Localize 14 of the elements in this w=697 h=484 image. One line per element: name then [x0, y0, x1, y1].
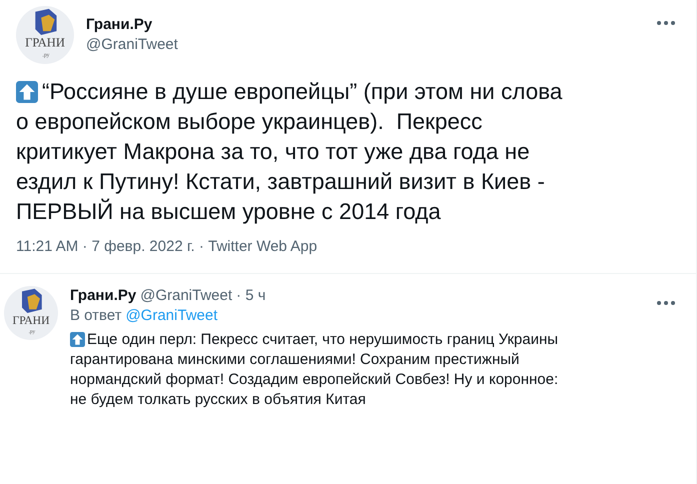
author-name[interactable]: Грани.Ру	[86, 15, 644, 35]
author-name[interactable]: Грани.Ру	[70, 286, 136, 306]
up-arrow-icon	[70, 332, 85, 348]
reply-text: Еще один перл: Пекресс считает, что нерушимость границ Украины	[87, 330, 558, 350]
more-icon[interactable]	[656, 20, 676, 26]
reply-label: В ответ	[70, 306, 122, 326]
tweet-text: “Россияне в душе европейцы” (при этом ни слова	[42, 78, 562, 106]
tweet-text: о европейском выборе украинцев). Пекресс критикует Макрона за то, что тот уже два года не ездил к Путину! Кстати, завтрашний визит в Киев - ПЕРВЫЙ на высшем уровне с 2014 года	[16, 108, 546, 226]
author-handle[interactable]: @GraniTweet	[86, 35, 644, 55]
tweet-time: · 5 ч	[236, 286, 266, 306]
tweet-meta: 11:21 AM · 7 февр. 2022 г. · Twitter Web App	[16, 236, 318, 257]
author-handle[interactable]: @GraniTweet	[140, 286, 232, 306]
reply-text: гарантирована минскими соглашениями! Сохраним престижный нормандский формат! Создадим европейский Совбез! Ну и коронное: не будем толкать русских в объятия Китая	[70, 350, 560, 410]
more-icon[interactable]	[656, 300, 676, 306]
